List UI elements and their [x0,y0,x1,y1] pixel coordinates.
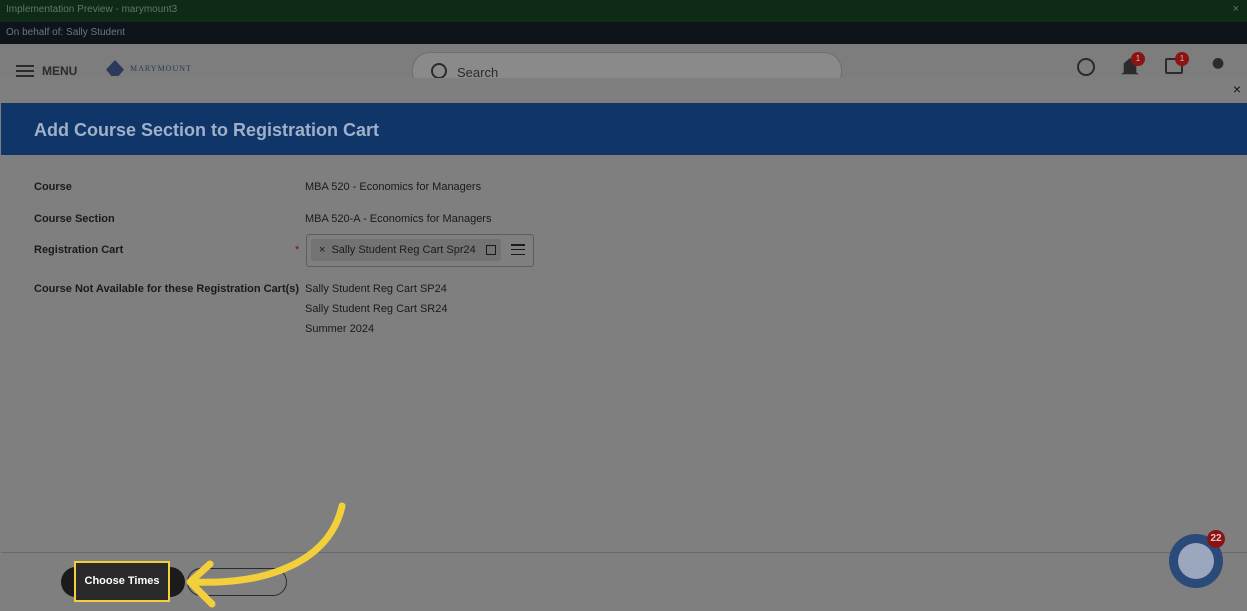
on-behalf-text: On behalf of: Sally Student [6,27,125,38]
header-icons: 1 1 [1077,52,1227,76]
menu-label: MENU [42,64,78,78]
fleur-de-lis-icon [106,60,124,76]
course-value: MBA 520 - Economics for Managers [305,181,482,193]
notifications-button[interactable]: 1 [1121,52,1145,76]
search-icon [431,63,447,79]
proxy-bar: On behalf of: Sally Student [0,22,1247,44]
assistant-icon[interactable] [1077,58,1095,76]
help-widget-button[interactable]: 22 [1169,530,1225,588]
course-label: Course [34,181,72,193]
prompt-list-icon[interactable] [511,244,525,255]
registration-cart-label: Registration Cart [34,244,124,256]
modal-header: Add Course Section to Registration Cart [1,103,1247,155]
window-close-icon[interactable]: × [1233,3,1239,15]
course-section-value: MBA 520-A - Economics for Managers [305,213,492,225]
menu-button[interactable]: MENU [16,64,77,78]
modal-title: Add Course Section to Registration Cart [34,120,380,140]
fleur-de-lis-icon [1178,543,1214,579]
help-badge: 22 [1207,530,1225,548]
inbox-button[interactable]: 1 [1165,52,1189,76]
remove-icon[interactable]: × [319,244,325,256]
logo-text: MARYMOUNT [130,63,192,73]
choose-times-button[interactable]: Choose Times [74,561,170,602]
tutorial-arrow-icon [186,502,346,608]
notification-badge: 1 [1131,52,1145,66]
window-title-bar: Implementation Preview - marymount3 × [0,0,1247,22]
hamburger-icon [16,65,34,77]
selected-cart-label: Sally Student Reg Cart Spr24 [331,244,476,256]
profile-icon[interactable] [1212,58,1224,69]
inbox-badge: 1 [1175,52,1189,66]
not-available-item: Sally Student Reg Cart SR24 [305,303,448,315]
modal-close-icon[interactable]: × [1233,82,1241,96]
required-marker: * [295,244,300,256]
registration-cart-field[interactable]: × Sally Student Reg Cart Spr24 [306,234,534,267]
course-section-label: Course Section [34,213,115,225]
open-external-icon[interactable] [485,245,496,255]
not-available-item: Sally Student Reg Cart SP24 [305,283,447,295]
selected-cart-pill[interactable]: × Sally Student Reg Cart Spr24 [311,239,501,261]
not-available-label: Course Not Available for these Registrat… [34,283,300,295]
window-title: Implementation Preview - marymount3 [6,4,178,15]
marymount-logo[interactable]: MARYMOUNT [106,58,196,78]
not-available-item: Summer 2024 [305,323,375,335]
